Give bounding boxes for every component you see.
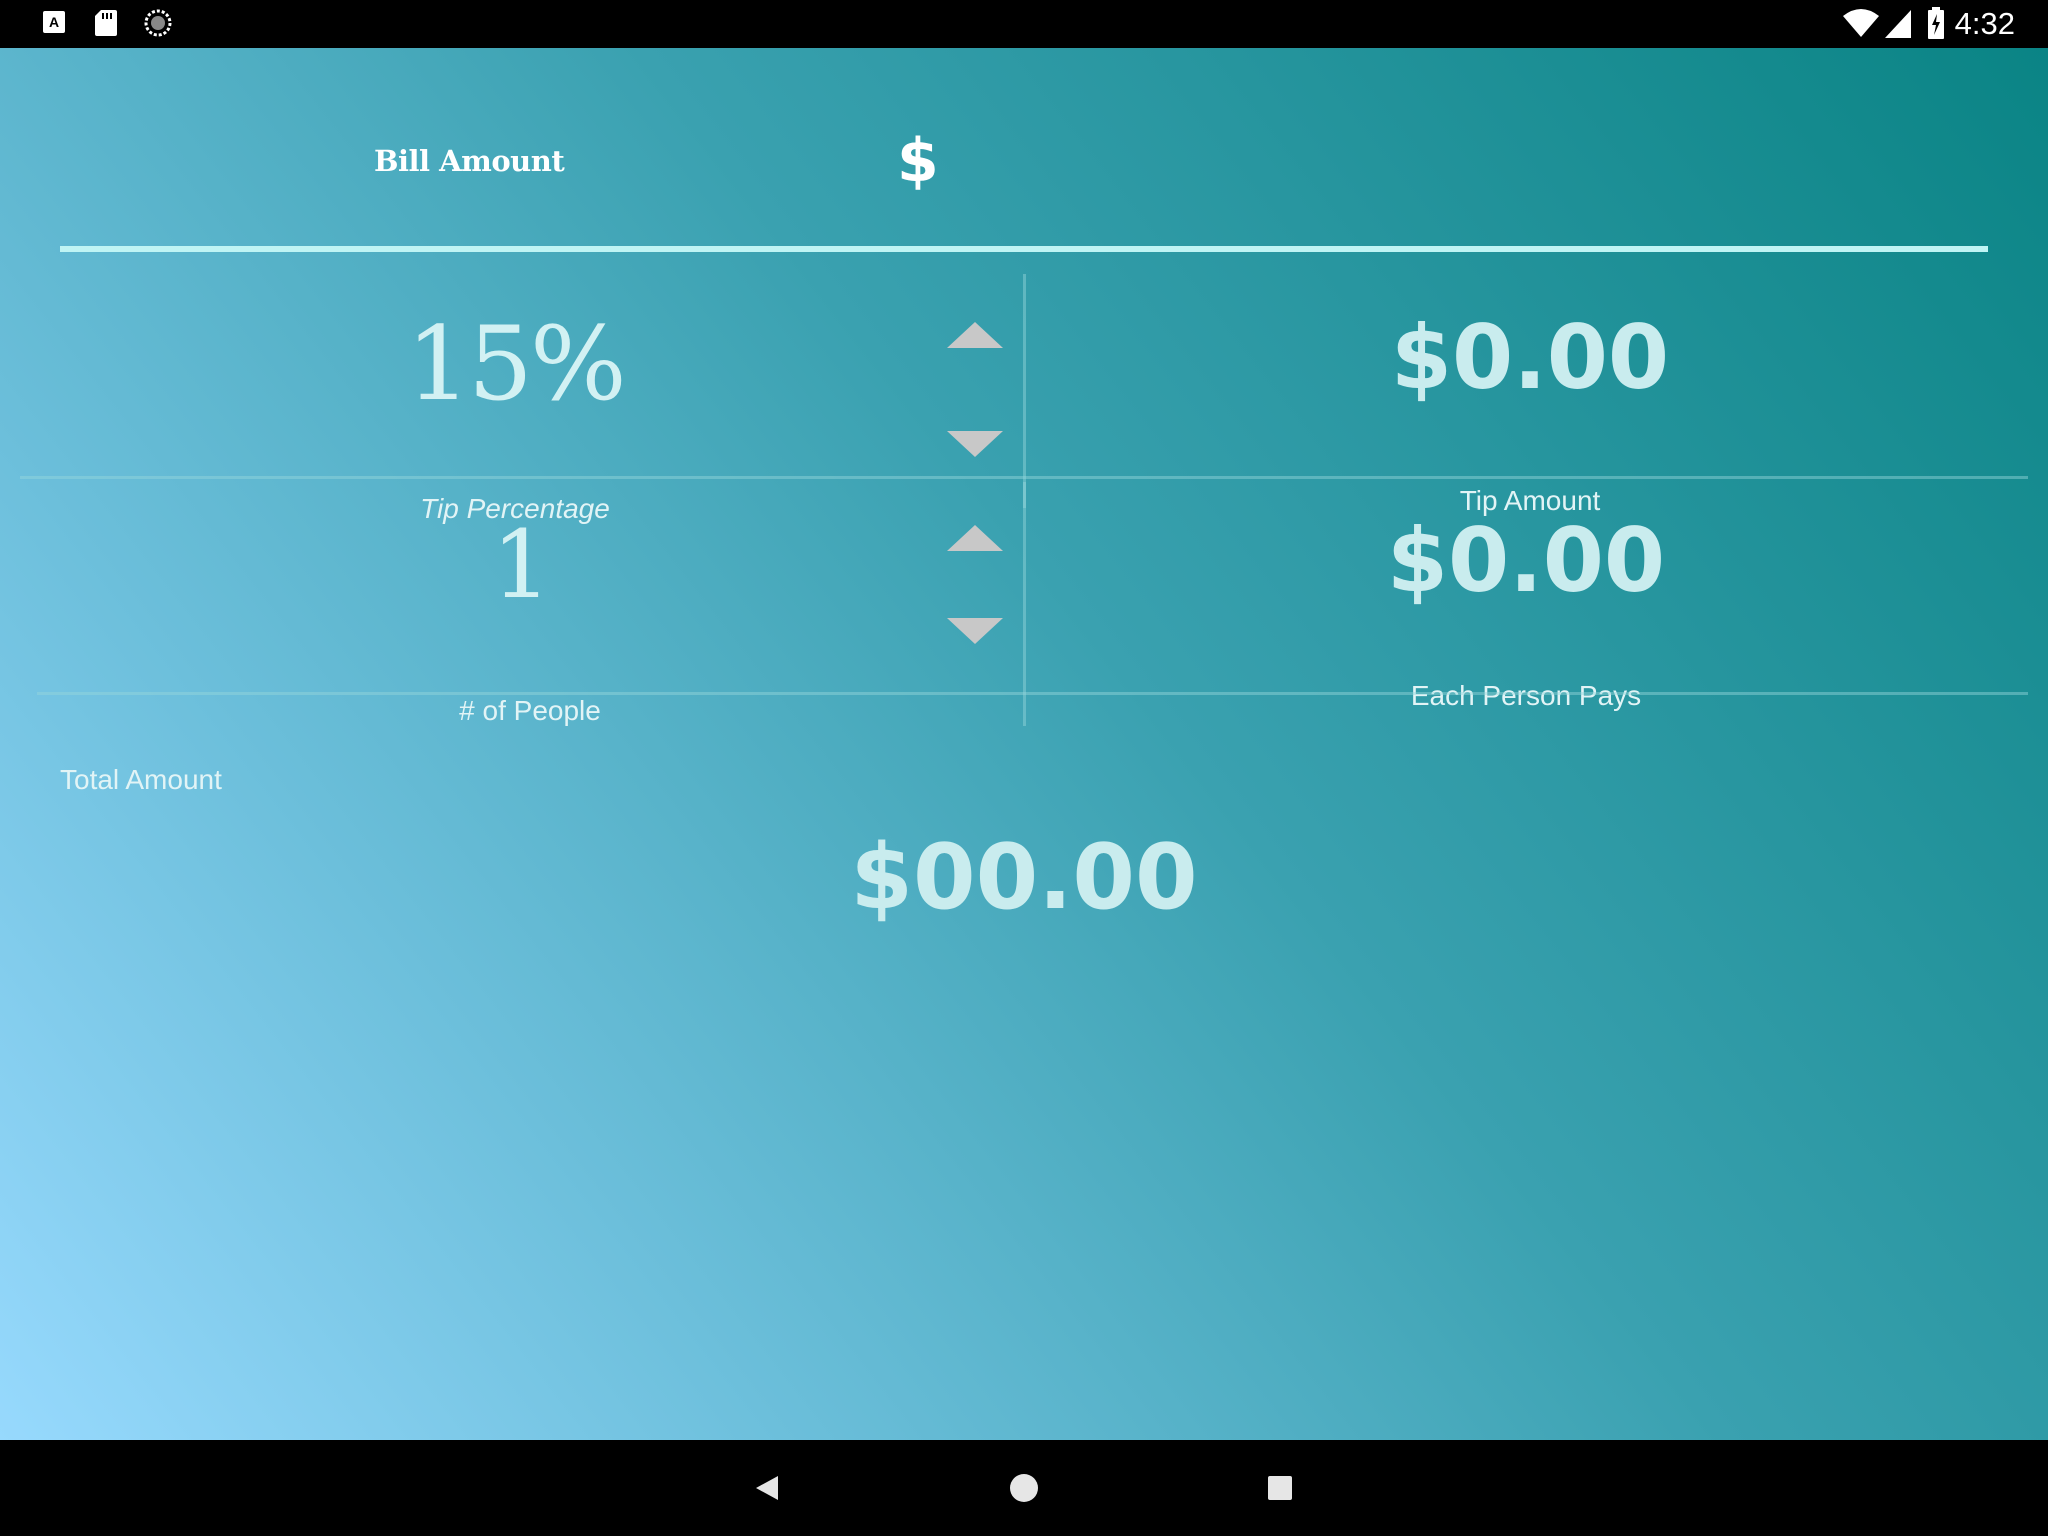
bill-amount-input[interactable] xyxy=(960,138,1964,200)
total-amount-label: Total Amount xyxy=(60,764,222,795)
column-divider-top xyxy=(1023,274,1026,508)
total-amount-value: $00.00 xyxy=(850,825,1198,930)
status-time: 4:32 xyxy=(1954,6,2015,41)
people-increase-arrow-icon[interactable] xyxy=(947,523,1003,553)
recents-icon[interactable] xyxy=(1260,1468,1300,1508)
bill-amount-label: Bill Amount xyxy=(374,144,565,178)
tip-increase-arrow-icon[interactable] xyxy=(947,320,1003,350)
tip-calculator-screen: Bill Amount $ 15% Tip Percentage $0.00 T… xyxy=(0,48,2048,1440)
tip-percentage-value: 15% xyxy=(406,305,627,424)
battery-charging-icon xyxy=(1928,7,1944,44)
each-person-pays-value: $0.00 xyxy=(1386,509,1666,612)
people-count-label: # of People xyxy=(459,695,601,726)
each-person-pays-label: Each Person Pays xyxy=(1410,680,1642,711)
tip-amount-value: $0.00 xyxy=(1390,306,1670,409)
bill-amount-underline xyxy=(60,246,1988,252)
currency-symbol: $ xyxy=(897,126,939,196)
row-divider-1 xyxy=(20,476,2028,479)
row-divider-2 xyxy=(37,692,2028,695)
people-decrease-arrow-icon[interactable] xyxy=(947,616,1003,646)
home-icon[interactable] xyxy=(1004,1468,1044,1508)
navigation-bar xyxy=(0,1440,2048,1536)
sd-card-icon xyxy=(95,9,117,42)
wifi-icon xyxy=(1843,8,1879,43)
status-bar: A 4:32 xyxy=(0,0,2048,48)
tip-decrease-arrow-icon[interactable] xyxy=(947,429,1003,459)
loading-circle-icon xyxy=(144,9,172,42)
people-count-value: 1 xyxy=(491,511,552,620)
signal-icon xyxy=(1885,10,1911,43)
svg-text:A: A xyxy=(49,14,59,30)
keyboard-a-icon: A xyxy=(43,9,65,40)
back-icon[interactable] xyxy=(748,1468,788,1508)
column-divider-bottom xyxy=(1023,482,1026,726)
